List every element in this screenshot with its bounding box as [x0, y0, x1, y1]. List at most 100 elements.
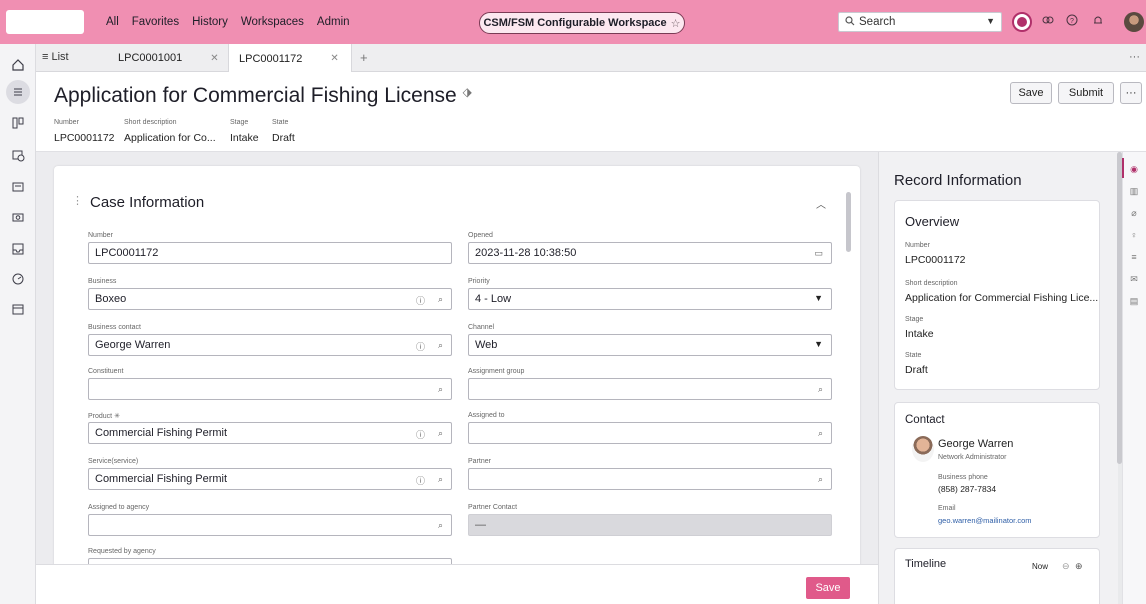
- money-icon[interactable]: [9, 208, 27, 226]
- field-label: Business: [88, 278, 117, 285]
- constituent-field[interactable]: ⌕: [88, 378, 452, 400]
- search-icon[interactable]: ⌕: [438, 294, 443, 305]
- more-actions-button[interactable]: ···: [1120, 82, 1142, 104]
- search-icon[interactable]: ⌕: [818, 474, 823, 485]
- document-icon[interactable]: ▤: [1128, 296, 1140, 308]
- kanban-icon[interactable]: [9, 114, 27, 132]
- channel-select[interactable]: Web ▼: [468, 334, 832, 356]
- calendar-icon[interactable]: ▭: [814, 248, 823, 259]
- contact-email-link[interactable]: geo.warren@mailinator.com: [938, 516, 1032, 525]
- priority-value: 4 - Low: [475, 293, 512, 305]
- chevron-down-icon: ▼: [814, 339, 823, 349]
- meta-label: Stage: [230, 119, 249, 126]
- opened-value: 2023-11-28 10:38:50: [475, 247, 577, 259]
- tab-lpc0001001[interactable]: LPC0001001 ✕: [108, 44, 228, 72]
- close-icon[interactable]: ✕: [330, 53, 338, 64]
- record-header: Application for Commercial Fishing Licen…: [36, 72, 1146, 152]
- search-icon[interactable]: ⌕: [438, 520, 443, 531]
- save-button[interactable]: Save: [806, 577, 850, 599]
- tag-icon[interactable]: ⬗: [463, 85, 472, 99]
- assignment-group-field[interactable]: ⌕: [468, 378, 832, 400]
- bell-icon[interactable]: [1090, 14, 1106, 30]
- svg-text:?: ?: [1070, 18, 1074, 25]
- zoom-out-icon[interactable]: ⊖: [1062, 561, 1070, 572]
- drag-handle-icon[interactable]: ⋮: [72, 194, 83, 207]
- inbox-icon[interactable]: [9, 240, 27, 258]
- left-sidebar: [0, 44, 36, 604]
- service-value: Commercial Fishing Permit: [95, 473, 228, 485]
- meta-label: Short description: [124, 119, 177, 126]
- list-icon[interactable]: ≡: [1128, 252, 1140, 264]
- assigned-to-field[interactable]: ⌕: [468, 422, 832, 444]
- business-field[interactable]: Boxeo ⓘ ⌕: [88, 288, 452, 310]
- close-icon[interactable]: ✕: [210, 53, 218, 64]
- overview-label: Number: [905, 242, 930, 249]
- workspace-name: CSM/FSM Configurable Workspace: [483, 17, 667, 29]
- search-icon[interactable]: ⌕: [818, 384, 823, 395]
- contact-role: Network Administrator: [938, 454, 1007, 461]
- calendar-clock-icon[interactable]: [9, 146, 27, 164]
- record-info-icon[interactable]: ◉: [1128, 164, 1140, 176]
- product-field[interactable]: Commercial Fishing Permit ⓘ ⌕: [88, 422, 452, 444]
- chevron-down-icon[interactable]: ▼: [986, 16, 995, 26]
- workspace-pill[interactable]: CSM/FSM Configurable Workspace ☆: [479, 12, 685, 34]
- priority-select[interactable]: 4 - Low ▼: [468, 288, 832, 310]
- info-icon[interactable]: ⓘ: [416, 340, 425, 353]
- overview-stage: Intake: [905, 328, 934, 340]
- field-label: Assigned to: [468, 412, 505, 419]
- field-label: Channel: [468, 324, 495, 331]
- nav-history[interactable]: History: [192, 16, 228, 28]
- search-icon[interactable]: ⌕: [438, 428, 443, 439]
- overview-label: Stage: [905, 316, 924, 323]
- number-field[interactable]: LPC0001172: [88, 242, 452, 264]
- attachment-icon[interactable]: ⌀: [1128, 208, 1140, 220]
- chat-icon[interactable]: [1040, 14, 1056, 30]
- nav-favorites[interactable]: Favorites: [132, 16, 179, 28]
- search-icon[interactable]: ⌕: [438, 340, 443, 351]
- company-logo[interactable]: [6, 10, 84, 34]
- nav-all[interactable]: All: [106, 16, 119, 28]
- tab-lpc0001172[interactable]: LPC0001172 ✕: [228, 44, 352, 73]
- search-icon[interactable]: ⌕: [818, 428, 823, 439]
- list-tab[interactable]: ≡ List: [42, 51, 69, 63]
- business-contact-field[interactable]: George Warren ⓘ ⌕: [88, 334, 452, 356]
- service-field[interactable]: Commercial Fishing Permit ⓘ ⌕: [88, 468, 452, 490]
- save-button[interactable]: Save: [1010, 82, 1052, 104]
- nav-workspaces[interactable]: Workspaces: [241, 16, 304, 28]
- user-avatar[interactable]: [1124, 12, 1144, 32]
- list-icon[interactable]: [6, 80, 30, 104]
- dashboard-icon[interactable]: [9, 270, 27, 288]
- add-tab-icon[interactable]: +: [360, 50, 368, 65]
- submit-button[interactable]: Submit: [1058, 82, 1114, 104]
- contact-name[interactable]: George Warren: [938, 438, 1013, 450]
- search-icon[interactable]: ⌕: [438, 384, 443, 395]
- section-title: Case Information: [90, 194, 205, 211]
- help-icon[interactable]: ?: [1064, 14, 1080, 30]
- home-icon[interactable]: [9, 56, 27, 74]
- zoom-in-icon[interactable]: ⊕: [1075, 561, 1083, 572]
- partner-field[interactable]: ⌕: [468, 468, 832, 490]
- info-icon[interactable]: ⓘ: [416, 428, 425, 441]
- calendar-icon[interactable]: [9, 300, 27, 318]
- info-icon[interactable]: ⓘ: [416, 294, 425, 307]
- field-label: Product ✳: [88, 413, 120, 420]
- chevron-up-icon[interactable]: ︿: [816, 196, 826, 211]
- field-label: Opened: [468, 232, 493, 239]
- meta-label: State: [272, 119, 289, 126]
- assigned-to-agency-field[interactable]: ⌕: [88, 514, 452, 536]
- mail-icon[interactable]: ✉: [1128, 274, 1140, 286]
- global-search-input[interactable]: Search ▼: [838, 12, 1002, 32]
- panel-title: Record Information: [894, 172, 1022, 189]
- search-icon[interactable]: ⌕: [438, 474, 443, 485]
- columns-icon[interactable]: ▥: [1128, 186, 1140, 198]
- lightbulb-icon[interactable]: ♀: [1128, 230, 1140, 242]
- page-title: Application for Commercial Fishing Licen…: [54, 84, 472, 108]
- globe-icon[interactable]: [1012, 12, 1032, 32]
- nav-admin[interactable]: Admin: [317, 16, 350, 28]
- more-icon[interactable]: ···: [1129, 51, 1140, 63]
- star-icon[interactable]: ☆: [671, 17, 681, 30]
- form-scrollbar[interactable]: [846, 192, 851, 252]
- info-icon[interactable]: ⓘ: [416, 474, 425, 487]
- opened-field[interactable]: 2023-11-28 10:38:50 ▭: [468, 242, 832, 264]
- id-card-icon[interactable]: [9, 178, 27, 196]
